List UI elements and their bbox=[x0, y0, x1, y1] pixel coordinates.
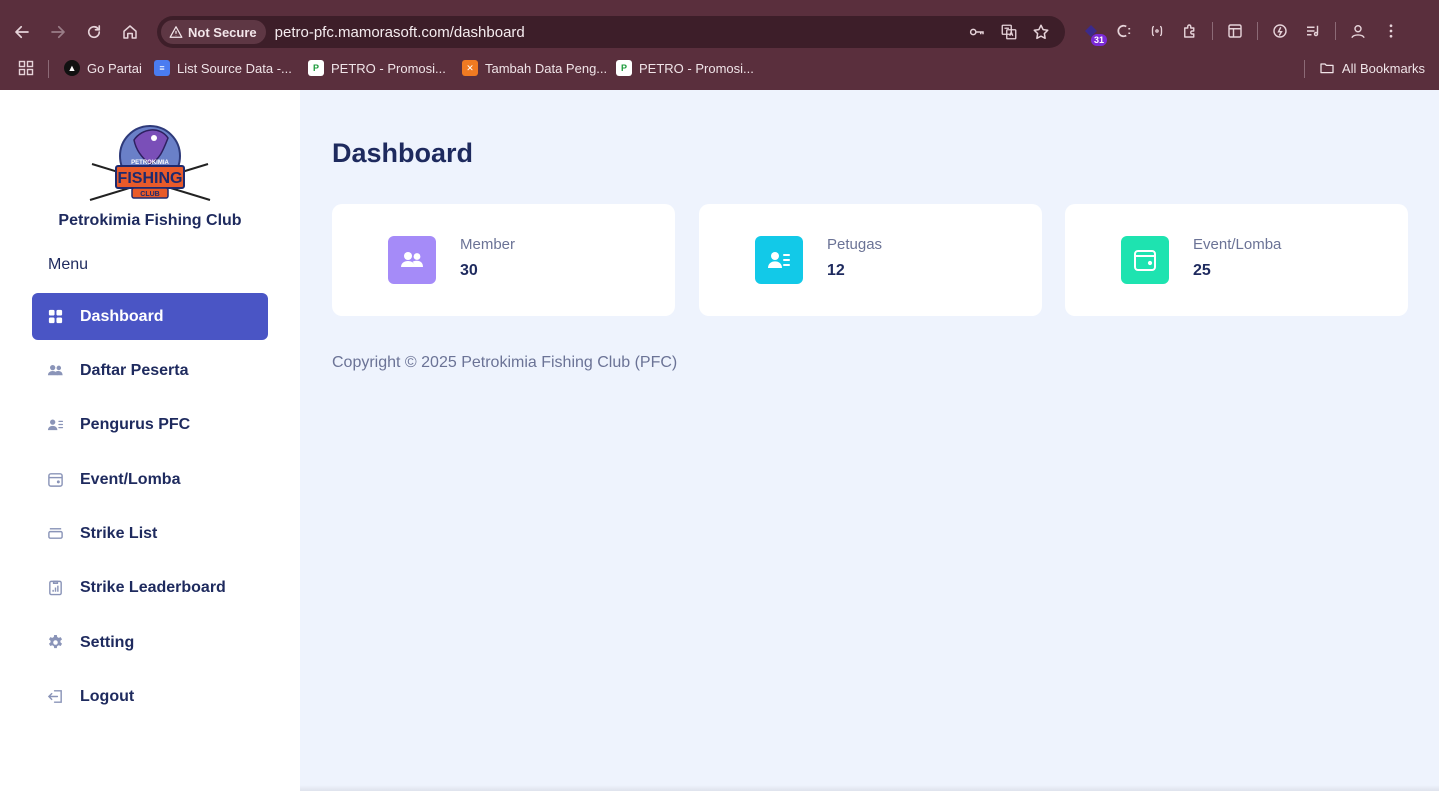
bookmark-item[interactable]: ▲ Go Partai bbox=[64, 60, 142, 76]
folder-icon bbox=[1320, 63, 1334, 74]
bookmark-label: PETRO - Promosi... bbox=[639, 60, 754, 76]
performance-icon[interactable] bbox=[1269, 20, 1291, 42]
sidebar: FISHING CLUB PETROKIMIA Petrokimia Fishi… bbox=[0, 90, 300, 791]
media-control-icon[interactable] bbox=[1302, 20, 1324, 42]
security-label: Not Secure bbox=[188, 24, 257, 40]
bookmark-label: Go Partai bbox=[87, 60, 142, 76]
menu-heading: Menu bbox=[48, 256, 89, 273]
copyright-footer: Copyright © 2025 Petrokimia Fishing Club… bbox=[332, 354, 678, 371]
home-icon[interactable] bbox=[118, 20, 142, 44]
all-bookmarks-button[interactable]: All Bookmarks bbox=[1319, 60, 1425, 76]
sidebar-item-label: Dashboard bbox=[80, 307, 164, 325]
bookmarks-divider bbox=[1304, 60, 1305, 78]
profile-avatar-icon[interactable] bbox=[1347, 20, 1369, 42]
main-content: Dashboard Member 30 Petugas 12 Event/Lom… bbox=[300, 90, 1439, 791]
svg-text:CLUB: CLUB bbox=[140, 191, 159, 198]
password-key-icon[interactable] bbox=[967, 22, 987, 42]
sidebar-item-strike-leaderboard[interactable]: Strike Leaderboard bbox=[32, 564, 268, 611]
page-title: Dashboard bbox=[332, 138, 474, 168]
side-panel-icon[interactable] bbox=[1224, 20, 1246, 42]
url-text[interactable]: petro-pfc.mamorasoft.com/dashboard bbox=[275, 24, 525, 41]
svg-text:FISHING: FISHING bbox=[118, 170, 183, 187]
back-icon[interactable] bbox=[10, 20, 34, 44]
all-bookmarks-label: All Bookmarks bbox=[1341, 60, 1425, 76]
bookmark-item[interactable]: ✕ Tambah Data Peng... bbox=[462, 60, 607, 76]
sidebar-item-dashboard[interactable]: Dashboard bbox=[32, 293, 268, 340]
bookmark-label: Tambah Data Peng... bbox=[485, 60, 608, 76]
calendar-icon bbox=[46, 471, 64, 489]
pfc-logo: FISHING CLUB PETROKIMIA bbox=[89, 125, 211, 201]
browser-toolbar: Not Secure petro-pfc.mamorasoft.com/dash… bbox=[0, 12, 1439, 52]
variable-extension-icon[interactable] bbox=[1146, 20, 1168, 42]
bookmark-item[interactable]: P PETRO - Promosi... bbox=[616, 60, 754, 76]
forward-icon[interactable] bbox=[46, 20, 70, 44]
sidebar-item-label: Event/Lomba bbox=[80, 470, 181, 488]
stat-card-event-lomba[interactable]: Event/Lomba 25 bbox=[1065, 204, 1408, 316]
logout-icon bbox=[46, 688, 64, 706]
kebab-menu-icon[interactable] bbox=[1380, 20, 1402, 42]
bookmark-label: List Source Data -... bbox=[177, 60, 292, 76]
calendar-extension-icon[interactable]: 31 bbox=[1080, 20, 1107, 46]
sidebar-item-label: Logout bbox=[80, 687, 135, 705]
stat-value: 25 bbox=[1193, 262, 1211, 279]
toolbar-divider bbox=[1257, 22, 1258, 40]
petro-logo-icon: P bbox=[616, 60, 632, 76]
toolbar-divider bbox=[1212, 22, 1213, 40]
users-icon bbox=[46, 362, 64, 380]
svg-text:PETROKIMIA: PETROKIMIA bbox=[131, 160, 169, 166]
stat-label: Event/Lomba bbox=[1193, 236, 1282, 253]
apps-grid-icon[interactable] bbox=[18, 60, 34, 76]
bookmark-star-icon[interactable] bbox=[1031, 22, 1051, 42]
toolbar-divider bbox=[1335, 22, 1336, 40]
stat-card-member[interactable]: Member 30 bbox=[332, 204, 675, 316]
extension-badge: 31 bbox=[1090, 34, 1107, 46]
bookmarks-divider bbox=[48, 60, 49, 78]
address-bar[interactable]: Not Secure petro-pfc.mamorasoft.com/dash… bbox=[157, 16, 1065, 48]
id-card-icon bbox=[46, 416, 64, 434]
browser-chrome: Not Secure petro-pfc.mamorasoft.com/dash… bbox=[0, 0, 1439, 90]
id-card-icon bbox=[755, 236, 803, 284]
users-icon bbox=[388, 236, 436, 284]
brand-name: Petrokimia Fishing Club bbox=[58, 212, 242, 229]
sidebar-item-event-lomba[interactable]: Event/Lomba bbox=[32, 456, 268, 503]
gear-icon bbox=[46, 634, 64, 652]
bookmark-item[interactable]: P PETRO - Promosi... bbox=[308, 60, 446, 76]
sidebar-item-setting[interactable]: Setting bbox=[32, 619, 268, 666]
sidebar-item-label: Strike Leaderboard bbox=[80, 578, 226, 596]
google-docs-icon: ≡ bbox=[154, 60, 170, 76]
bookmarks-bar: ▲ Go Partai ≡ List Source Data -... P PE… bbox=[0, 56, 1439, 82]
sidebar-item-label: Setting bbox=[80, 633, 135, 651]
stat-label: Petugas bbox=[827, 236, 883, 253]
sidebar-item-pengurus-pfc[interactable]: Pengurus PFC bbox=[32, 401, 268, 448]
stat-label: Member bbox=[460, 236, 516, 253]
sidebar-item-daftar-peserta[interactable]: Daftar Peserta bbox=[32, 347, 268, 394]
reload-icon[interactable] bbox=[82, 20, 106, 44]
sidebar-item-label: Pengurus PFC bbox=[80, 415, 191, 433]
bookmark-item[interactable]: ≡ List Source Data -... bbox=[154, 60, 292, 76]
stat-value: 12 bbox=[827, 262, 845, 279]
translate-icon[interactable] bbox=[999, 22, 1019, 42]
stat-value: 30 bbox=[460, 262, 478, 279]
clipboard-chart-icon bbox=[46, 579, 64, 597]
sidebar-item-logout[interactable]: Logout bbox=[32, 673, 268, 720]
c-extension-icon[interactable] bbox=[1113, 20, 1135, 42]
xampp-icon: ✕ bbox=[462, 60, 478, 76]
security-chip[interactable]: Not Secure bbox=[161, 20, 266, 44]
bookmark-label: PETRO - Promosi... bbox=[331, 60, 446, 76]
petro-logo-icon: P bbox=[308, 60, 324, 76]
black-circle-icon: ▲ bbox=[64, 60, 80, 76]
bottom-shadow bbox=[300, 785, 1439, 791]
puzzle-extensions-icon[interactable] bbox=[1179, 20, 1201, 42]
list-icon bbox=[46, 525, 64, 543]
grid-icon bbox=[46, 308, 64, 326]
sidebar-item-label: Daftar Peserta bbox=[80, 361, 189, 379]
calendar-icon bbox=[1121, 236, 1169, 284]
stat-card-petugas[interactable]: Petugas 12 bbox=[699, 204, 1042, 316]
sidebar-item-label: Strike List bbox=[80, 524, 158, 542]
sidebar-item-strike-list[interactable]: Strike List bbox=[32, 510, 268, 557]
warning-icon bbox=[169, 26, 183, 38]
